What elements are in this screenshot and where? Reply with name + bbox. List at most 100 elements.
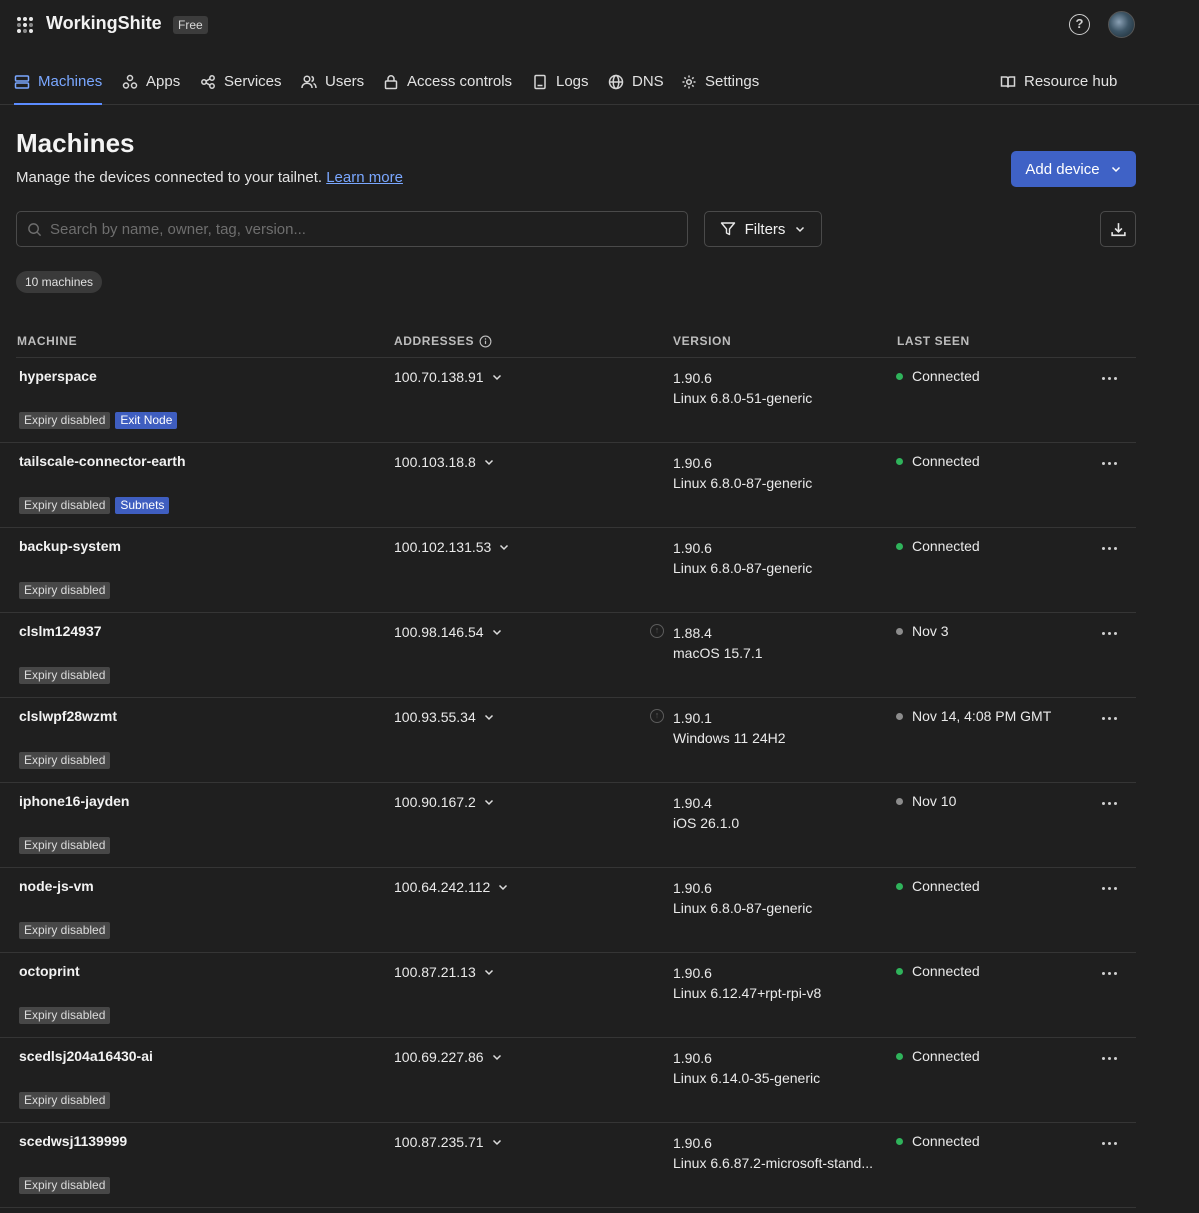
more-icon[interactable] [1098, 455, 1120, 471]
update-available-icon[interactable]: ↑ [650, 624, 664, 638]
more-icon[interactable] [1098, 965, 1120, 981]
column-header-addresses[interactable]: ADDRESSES [394, 334, 492, 348]
more-icon[interactable] [1098, 1050, 1120, 1066]
version-cell: 1.90.6 Linux 6.12.47+rpt-rpi-v8 [673, 963, 821, 1003]
tailnet-name[interactable]: WorkingShite [46, 13, 162, 34]
more-icon[interactable] [1098, 625, 1120, 641]
export-button[interactable] [1100, 211, 1136, 247]
address-dropdown[interactable]: 100.102.131.53 [394, 539, 510, 555]
machine-name[interactable]: hyperspace [19, 368, 97, 384]
table-row[interactable]: tailscale-connector-earth Expiry disable… [0, 443, 1136, 528]
machine-count-badge: 10 machines [16, 271, 103, 293]
update-available-icon[interactable]: ↑ [650, 709, 664, 723]
address-dropdown[interactable]: 100.64.242.112 [394, 879, 509, 895]
learn-more-link[interactable]: Learn more [326, 169, 403, 186]
expiry-disabled-badge: Expiry disabled [19, 667, 111, 684]
last-seen-text: Nov 3 [912, 623, 949, 639]
more-icon[interactable] [1098, 370, 1120, 386]
tab-settings[interactable]: Settings [681, 58, 759, 105]
tab-access-controls-label: Access controls [407, 73, 513, 90]
app-grid-icon[interactable] [17, 17, 33, 33]
table-row[interactable]: octoprint Expiry disabled 100.87.21.13 1… [0, 953, 1136, 1038]
avatar[interactable] [1108, 11, 1135, 38]
tab-services[interactable]: Services [200, 58, 282, 105]
column-header-machine[interactable]: MACHINE [17, 334, 77, 348]
os-version: Linux 6.8.0-87-generic [673, 475, 813, 491]
last-seen-text: Connected [912, 538, 980, 554]
os-version: Linux 6.6.87.2-microsoft-stand... [673, 1155, 873, 1171]
machine-name[interactable]: clslwpf28wzmt [19, 708, 117, 724]
chevron-down-icon [492, 1139, 501, 1146]
address-dropdown[interactable]: 100.70.138.91 [394, 369, 503, 385]
filter-icon [720, 222, 735, 236]
more-icon[interactable] [1098, 710, 1120, 726]
add-device-button[interactable]: Add device [1011, 151, 1136, 187]
address-dropdown[interactable]: 100.87.21.13 [394, 964, 495, 980]
machine-tags: Expiry disabled [19, 1177, 111, 1194]
address-dropdown[interactable]: 100.103.18.8 [394, 454, 495, 470]
tab-dns[interactable]: DNS [608, 58, 664, 105]
machine-name[interactable]: node-js-vm [19, 878, 94, 894]
expiry-disabled-badge: Expiry disabled [19, 497, 111, 514]
help-icon[interactable]: ? [1069, 14, 1090, 35]
version-cell: 1.90.6 Linux 6.8.0-51-generic [673, 368, 812, 408]
address-dropdown[interactable]: 100.93.55.34 [394, 709, 495, 725]
tab-machines[interactable]: Machines [14, 58, 103, 105]
machine-name[interactable]: octoprint [19, 963, 80, 979]
client-version: 1.90.6 [673, 965, 712, 981]
machine-tags: Expiry disabled [19, 837, 111, 854]
address-dropdown[interactable]: 100.98.146.54 [394, 624, 503, 640]
download-icon [1110, 222, 1126, 236]
machine-name[interactable]: scedlsj204a16430-ai [19, 1048, 153, 1064]
table-row[interactable]: iphone16-jayden Expiry disabled 100.90.1… [0, 783, 1136, 868]
more-icon[interactable] [1098, 540, 1120, 556]
machine-name[interactable]: scedwsj1139999 [19, 1133, 127, 1149]
last-seen-cell: Connected [896, 453, 980, 469]
more-icon[interactable] [1098, 1135, 1120, 1151]
version-cell: 1.90.4 iOS 26.1.0 [673, 793, 739, 833]
search-input[interactable] [50, 220, 670, 238]
info-icon[interactable] [479, 335, 492, 348]
last-seen-cell: Connected [896, 963, 980, 979]
tab-access-controls[interactable]: Access controls [383, 58, 512, 105]
column-header-version[interactable]: VERSION [673, 334, 731, 348]
machine-name[interactable]: iphone16-jayden [19, 793, 129, 809]
column-header-machine-label: MACHINE [17, 334, 78, 348]
version-cell: 1.88.4 macOS 15.7.1 [673, 623, 763, 663]
status-dot [896, 967, 903, 975]
chevron-down-icon [500, 544, 509, 551]
table-row[interactable]: scedwsj1139999 Expiry disabled 100.87.23… [0, 1123, 1136, 1208]
table-row[interactable]: clslwpf28wzmt Expiry disabled 100.93.55.… [0, 698, 1136, 783]
machine-name[interactable]: backup-system [19, 538, 121, 554]
tab-users[interactable]: Users [301, 58, 364, 105]
filters-button[interactable]: Filters [704, 211, 822, 247]
table-row[interactable]: hyperspace Expiry disabled Exit Node 100.… [0, 358, 1136, 443]
more-icon[interactable] [1098, 795, 1120, 811]
machine-tags: Expiry disabled [19, 667, 111, 684]
chevron-down-icon [499, 884, 508, 891]
table-row[interactable]: clslm124937 Expiry disabled 100.98.146.5… [0, 613, 1136, 698]
tab-apps-label: Apps [146, 73, 181, 90]
machine-name[interactable]: clslm124937 [19, 623, 102, 639]
machine-tags: Expiry disabled Exit Node [19, 412, 178, 429]
os-version: Linux 6.12.47+rpt-rpi-v8 [673, 985, 822, 1001]
column-header-last-seen[interactable]: LAST SEEN [897, 334, 970, 348]
table-row[interactable]: node-js-vm Expiry disabled 100.64.242.11… [0, 868, 1136, 953]
page-title: Machines [16, 128, 135, 158]
address-dropdown[interactable]: 100.69.227.86 [394, 1049, 503, 1065]
tab-apps[interactable]: Apps [122, 58, 180, 105]
machine-name[interactable]: tailscale-connector-earth [19, 453, 186, 469]
table-row[interactable]: backup-system Expiry disabled 100.102.13… [0, 528, 1136, 613]
expiry-disabled-badge: Expiry disabled [19, 1007, 111, 1024]
table-row[interactable]: scedlsj204a16430-ai Expiry disabled 100.… [0, 1038, 1136, 1123]
expiry-disabled-badge: Expiry disabled [19, 582, 111, 599]
tab-logs[interactable]: Logs [532, 58, 589, 105]
resource-hub-link[interactable]: Resource hub [1000, 58, 1117, 105]
more-icon[interactable] [1098, 880, 1120, 896]
status-dot [896, 797, 903, 805]
version-cell: 1.90.6 Linux 6.8.0-87-generic [673, 538, 812, 578]
address-dropdown[interactable]: 100.87.235.71 [394, 1134, 503, 1150]
address-dropdown[interactable]: 100.90.167.2 [394, 794, 495, 810]
chevron-down-icon [484, 799, 493, 806]
page-subtitle: Manage the devices connected to your tai… [16, 169, 403, 186]
